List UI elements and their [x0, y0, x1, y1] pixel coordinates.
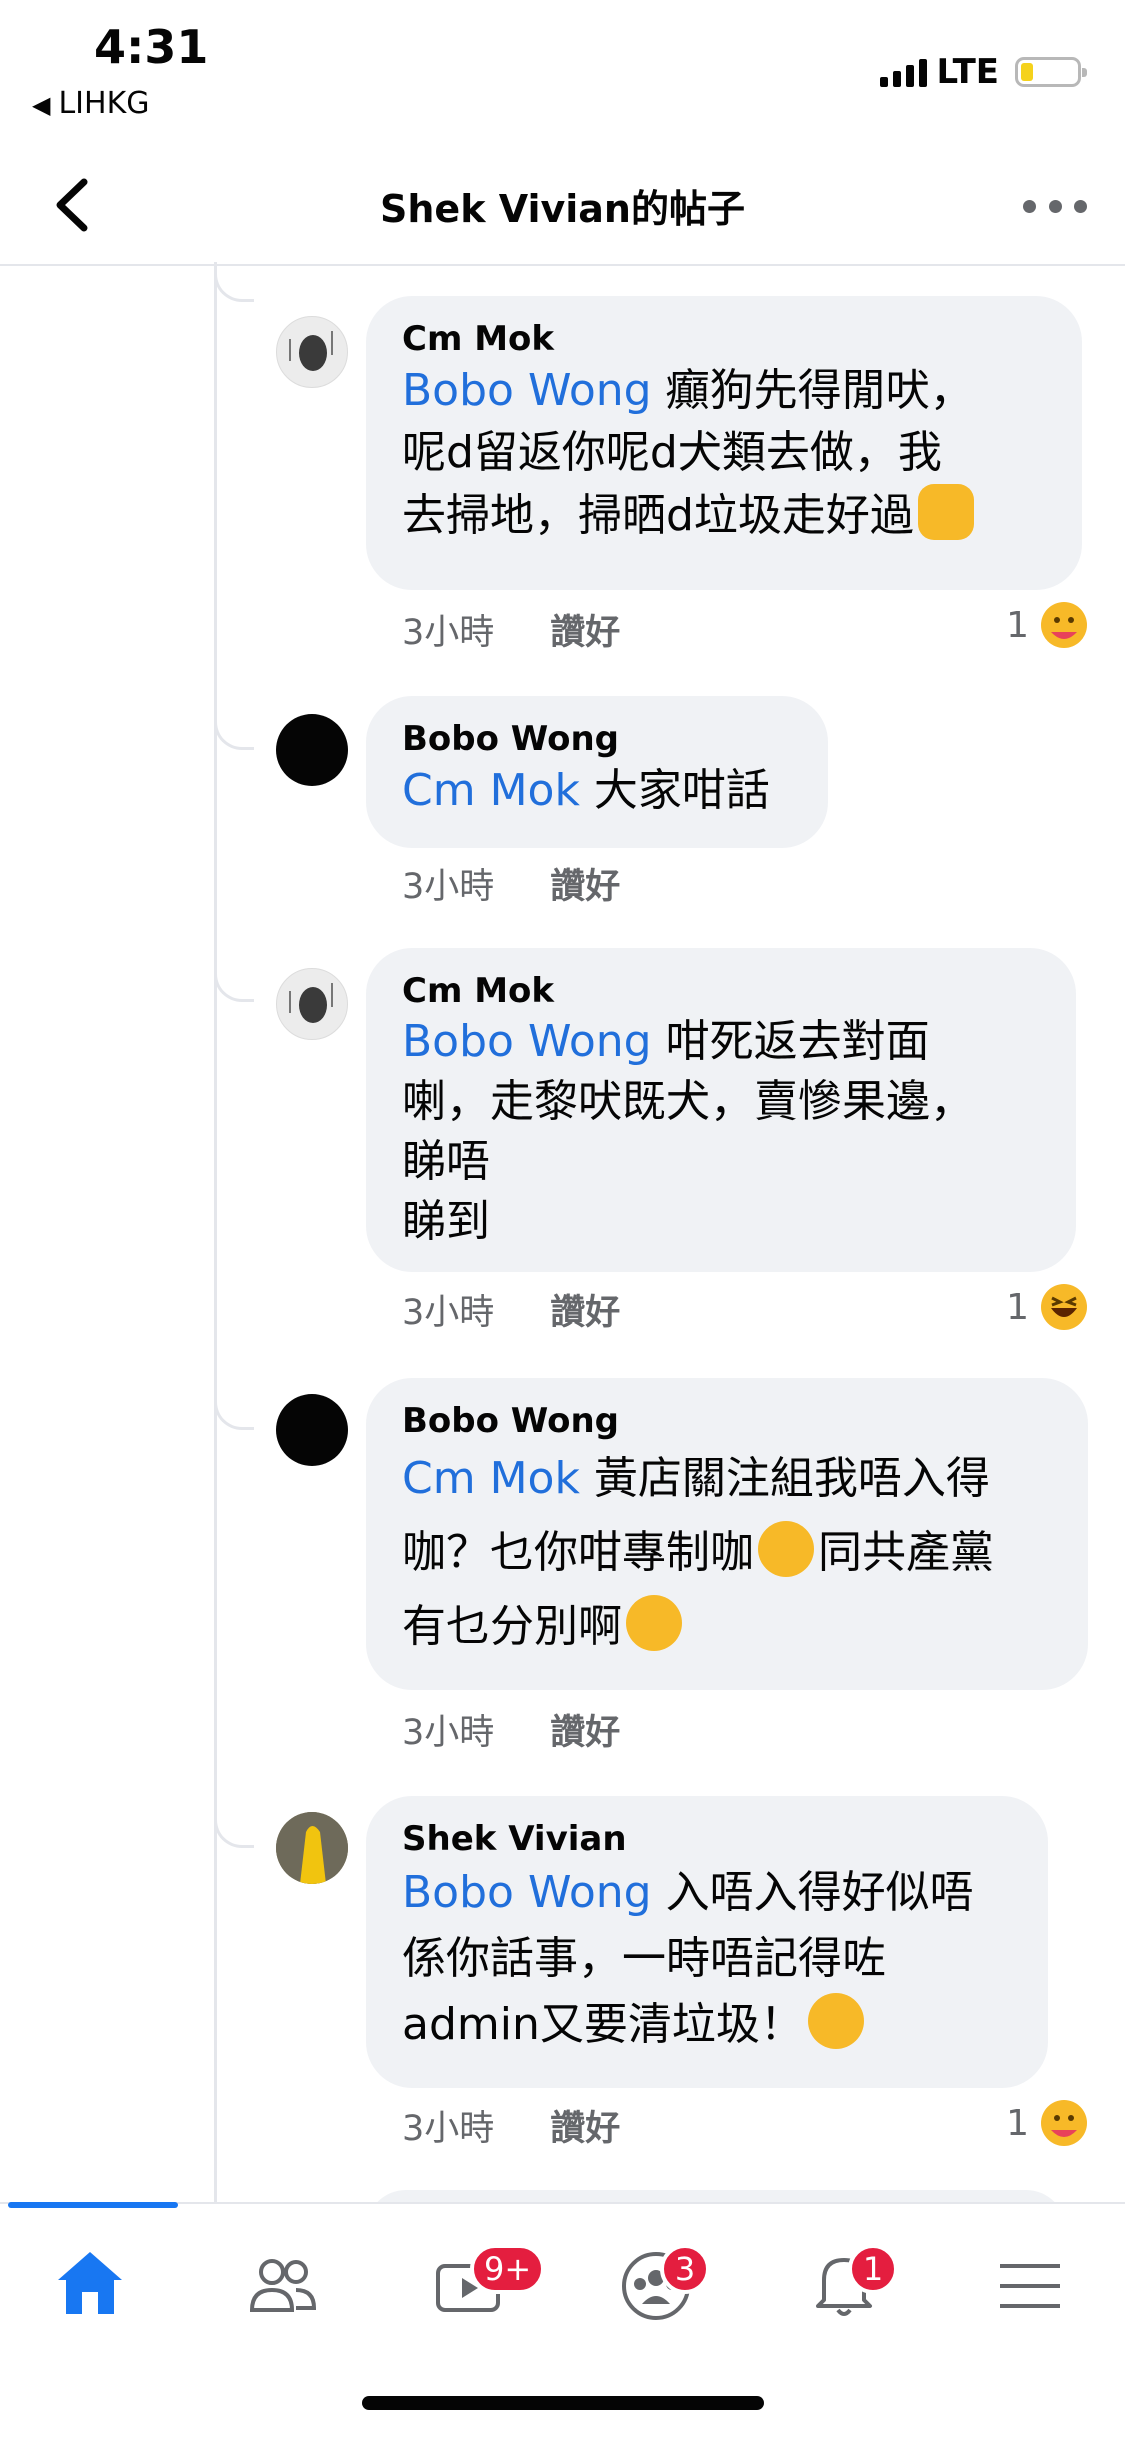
menu-icon — [1000, 2264, 1060, 2308]
mention-link[interactable]: Bobo Wong — [402, 1016, 652, 1067]
comment-bubble[interactable]: Shek Vivian Bobo Wong 入唔入得好似唔 係你話事，一時唔記得… — [366, 1796, 1048, 2088]
like-link[interactable]: 讚好 — [550, 1704, 620, 1755]
page-title: Shek Vivian的帖子 — [380, 187, 745, 231]
sad-tear-emoji-icon — [758, 1521, 814, 1577]
active-tab-indicator — [8, 2202, 178, 2208]
tab-friends[interactable] — [228, 2234, 338, 2334]
comment-text: Cm Mok 大家咁話 — [402, 765, 770, 816]
comment-time: 3小時 — [402, 2109, 495, 2149]
comment-bubble[interactable]: Cm Mok Bobo Wong 咁死返去對面 喇，走黎吠既犬，賣慘果邊， 睇唔… — [366, 948, 1076, 1272]
avatar[interactable] — [276, 714, 348, 786]
notification-badge: 1 — [848, 2244, 898, 2294]
avatar[interactable] — [276, 968, 348, 1040]
tab-menu[interactable] — [976, 2234, 1086, 2334]
reaction-summary[interactable]: 1 — [1006, 2100, 1087, 2146]
reaction-summary[interactable]: 1 — [1006, 602, 1087, 648]
reaction-count: 1 — [1006, 1286, 1029, 1328]
crying-emoji-icon — [626, 1595, 682, 1651]
comment-text: Cm Mok 黃店關注組我唔入得 咖？乜你咁專制咖 同共產黨 有乜分別啊 — [402, 1453, 994, 1652]
mention-link[interactable]: Bobo Wong — [402, 1867, 652, 1918]
comment-text: Bobo Wong 癲狗先得閒吠， 呢d留返你呢d犬類去做，我 去掃地，掃晒d垃… — [402, 365, 974, 541]
home-icon — [58, 2252, 122, 2314]
comment-time: 3小時 — [402, 1293, 495, 1333]
yawning-emoji-icon — [807, 1993, 864, 2049]
friends-icon — [249, 2259, 317, 2312]
notification-badge: 3 — [660, 2244, 710, 2294]
tab-home[interactable] — [36, 2234, 146, 2334]
care-emoji-icon — [1041, 602, 1087, 648]
like-link[interactable]: 讚好 — [550, 1284, 620, 1335]
tab-groups[interactable]: 3 — [602, 2234, 712, 2334]
comment-author[interactable]: Shek Vivian — [402, 1818, 1012, 1860]
like-link[interactable]: 讚好 — [550, 2100, 620, 2151]
thread-line — [214, 266, 217, 2202]
status-indicators: LTE — [879, 52, 1087, 92]
battery-icon — [1015, 57, 1087, 87]
comment-meta: 3小時 讚好 — [402, 1704, 620, 1755]
home-indicator[interactable] — [362, 2396, 764, 2410]
comment-meta: 3小時 讚好 — [402, 2100, 620, 2151]
notification-badge: 9+ — [470, 2244, 546, 2294]
back-triangle-icon: ◀ — [32, 91, 51, 119]
comment-author[interactable]: Cm Mok — [402, 970, 1040, 1012]
comment-meta: 3小時 讚好 — [402, 604, 620, 655]
comment-text: Bobo Wong 咁死返去對面 喇，走黎吠既犬，賣慘果邊， 睇唔 睇到 — [402, 1016, 974, 1247]
comment-time: 3小時 — [402, 613, 495, 653]
comment-author[interactable]: Bobo Wong — [402, 1400, 1052, 1442]
haha-emoji-icon — [1041, 1284, 1087, 1330]
comment-time: 3小時 — [402, 1713, 495, 1753]
care-emoji-icon — [1041, 2100, 1087, 2146]
reaction-count: 1 — [1006, 2102, 1029, 2144]
mention-link[interactable]: Bobo Wong — [402, 365, 652, 416]
back-app-label: LIHKG — [58, 86, 150, 121]
comment-meta: 3小時 讚好 — [402, 1284, 620, 1335]
back-to-app-link[interactable]: ◀ LIHKG — [32, 86, 150, 121]
tab-notifications[interactable]: 1 — [790, 2234, 900, 2334]
like-link[interactable]: 讚好 — [550, 858, 620, 909]
mention-link[interactable]: Cm Mok — [402, 765, 580, 816]
avatar[interactable] — [276, 1394, 348, 1466]
reaction-summary[interactable]: 1 — [1006, 1284, 1087, 1330]
comment-author[interactable]: Bobo Wong — [402, 718, 792, 760]
status-time: 4:31 — [94, 20, 209, 74]
tab-watch[interactable]: 9+ — [414, 2234, 546, 2334]
comment-meta: 3小時 讚好 — [402, 858, 620, 909]
page-header: Shek Vivian的帖子 — [0, 148, 1125, 266]
comment-author[interactable]: Cm Mok — [402, 318, 1046, 360]
more-options-icon[interactable] — [1023, 192, 1087, 220]
comment-text: Bobo Wong 入唔入得好似唔 係你話事，一時唔記得咗 admin又要清垃圾… — [402, 1867, 974, 2050]
avatar[interactable] — [276, 1812, 348, 1884]
like-link[interactable]: 讚好 — [550, 604, 620, 655]
mention-link[interactable]: Cm Mok — [402, 1453, 580, 1504]
reaction-count: 1 — [1006, 604, 1029, 646]
avatar[interactable] — [276, 316, 348, 388]
comment-bubble[interactable]: Bobo Wong Cm Mok 黃店關注組我唔入得 咖？乜你咁專制咖 同共產黨 … — [366, 1378, 1088, 1690]
signal-icon — [879, 57, 927, 87]
comment-time: 3小時 — [402, 867, 495, 907]
flexed-biceps-icon — [917, 484, 974, 540]
network-label: LTE — [936, 52, 999, 92]
comment-bubble[interactable]: Cm Mok Bobo Wong 癲狗先得閒吠， 呢d留返你呢d犬類去做，我 去… — [366, 296, 1082, 590]
comment-bubble[interactable]: Bobo Wong Cm Mok 大家咁話 — [366, 696, 828, 848]
